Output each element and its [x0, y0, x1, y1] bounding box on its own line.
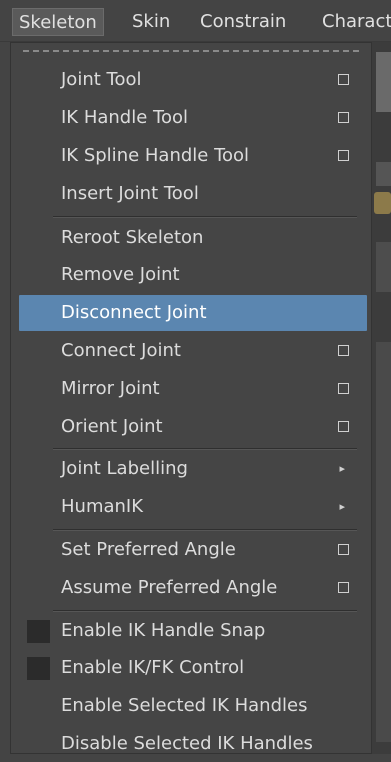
menu-item-connect-joint[interactable]: Connect Joint [19, 333, 367, 369]
checkbox[interactable] [27, 657, 50, 680]
menu-item-enable-ik-handle-snap[interactable]: Enable IK Handle Snap [19, 613, 367, 649]
menu-item-label: Orient Joint [61, 416, 163, 437]
checkbox[interactable] [27, 620, 50, 643]
option-box-icon[interactable] [338, 345, 349, 356]
submenu-arrow-icon: ▸ [339, 462, 345, 475]
menu-item-enable-selected-ik-handles[interactable]: Enable Selected IK Handles [19, 688, 367, 724]
menu-item-reroot-skeleton[interactable]: Reroot Skeleton [19, 220, 367, 256]
menu-item-label: Enable IK Handle Snap [61, 620, 266, 641]
menu-item-label: Remove Joint [61, 264, 180, 285]
menu-item-humanik[interactable]: HumanIK ▸ [19, 489, 367, 525]
menu-item-disable-selected-ik-handles[interactable]: Disable Selected IK Handles [19, 726, 367, 762]
menu-item-label: Joint Tool [61, 69, 142, 90]
background-panel [376, 242, 391, 292]
shelf-icon [374, 192, 391, 214]
menu-item-label: Assume Preferred Angle [61, 577, 278, 598]
menu-item-label: Disconnect Joint [61, 302, 207, 323]
menu-item-label: Enable IK/FK Control [61, 657, 245, 678]
menu-item-label: Set Preferred Angle [61, 539, 236, 560]
menu-item-set-preferred-angle[interactable]: Set Preferred Angle [19, 532, 367, 568]
menu-item-label: IK Spline Handle Tool [61, 145, 250, 166]
background-panel [376, 342, 391, 742]
option-box-icon[interactable] [338, 544, 349, 555]
menu-item-label: Mirror Joint [61, 378, 160, 399]
option-box-icon[interactable] [338, 383, 349, 394]
menu-item-remove-joint[interactable]: Remove Joint [19, 257, 367, 293]
option-box-icon[interactable] [338, 582, 349, 593]
menu-item-assume-preferred-angle[interactable]: Assume Preferred Angle [19, 570, 367, 606]
menu-bar: Skeleton Skin Constrain Characte [0, 0, 391, 42]
menu-item-label: Disable Selected IK Handles [61, 733, 313, 754]
menu-character[interactable]: Characte [322, 8, 391, 36]
menu-item-label: Joint Labelling [61, 458, 188, 479]
option-box-icon[interactable] [338, 421, 349, 432]
menu-constrain[interactable]: Constrain [200, 8, 286, 36]
menu-skin[interactable]: Skin [132, 8, 170, 36]
menu-item-label: Enable Selected IK Handles [61, 695, 308, 716]
menu-item-disconnect-joint[interactable]: Disconnect Joint [19, 295, 367, 331]
option-box-icon[interactable] [338, 150, 349, 161]
option-box-icon[interactable] [338, 112, 349, 123]
background-app-strip [372, 42, 391, 754]
menu-divider [53, 216, 357, 218]
menu-item-insert-joint-tool[interactable]: Insert Joint Tool [19, 176, 367, 212]
background-panel [376, 52, 391, 112]
skeleton-dropdown-menu: Joint Tool IK Handle Tool IK Spline Hand… [10, 42, 372, 754]
menu-item-enable-ik-fk-control[interactable]: Enable IK/FK Control [19, 650, 367, 686]
menu-item-joint-tool[interactable]: Joint Tool [19, 62, 367, 98]
background-panel [376, 162, 391, 186]
tear-off-line[interactable] [23, 50, 359, 52]
menu-item-label: IK Handle Tool [61, 107, 188, 128]
menu-divider [53, 448, 357, 450]
menu-item-ik-spline-handle-tool[interactable]: IK Spline Handle Tool [19, 138, 367, 174]
menu-item-label: Connect Joint [61, 340, 181, 361]
menu-item-joint-labelling[interactable]: Joint Labelling ▸ [19, 451, 367, 487]
menu-item-label: HumanIK [61, 496, 144, 517]
option-box-icon[interactable] [338, 74, 349, 85]
menu-item-mirror-joint[interactable]: Mirror Joint [19, 371, 367, 407]
menu-divider [53, 529, 357, 531]
menu-item-label: Reroot Skeleton [61, 227, 204, 248]
menu-divider [53, 610, 357, 612]
menu-item-ik-handle-tool[interactable]: IK Handle Tool [19, 100, 367, 136]
menu-item-orient-joint[interactable]: Orient Joint [19, 409, 367, 445]
submenu-arrow-icon: ▸ [339, 500, 345, 513]
menu-skeleton[interactable]: Skeleton [12, 8, 104, 36]
menu-item-label: Insert Joint Tool [61, 183, 199, 204]
